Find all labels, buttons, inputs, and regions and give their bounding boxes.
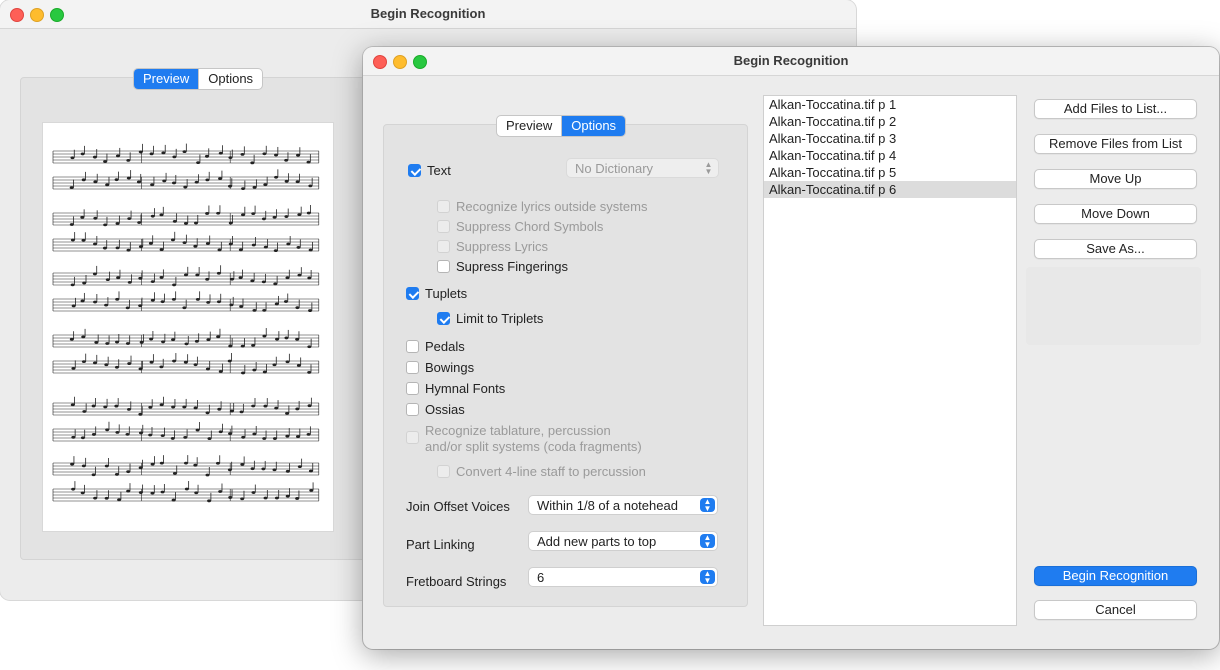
back-window-title: Begin Recognition: [370, 6, 486, 21]
part-linking-label: Part Linking: [406, 537, 475, 552]
tablature-label-line2: and/or split systems (coda fragments): [425, 439, 642, 454]
file-list-item[interactable]: Alkan-Toccatina.tif p 2: [764, 113, 1016, 130]
checkbox-checked-icon[interactable]: [406, 287, 419, 300]
tuplets-label: Tuplets: [425, 286, 468, 301]
suppress-chord-checkbox[interactable]: Suppress Chord Symbols: [437, 219, 603, 234]
checkbox-icon[interactable]: [406, 382, 419, 395]
tab-preview[interactable]: Preview: [497, 116, 561, 136]
zoom-icon[interactable]: [50, 8, 64, 22]
checkbox-icon[interactable]: [437, 200, 450, 213]
join-offset-voices-value: Within 1/8 of a notehead: [537, 498, 678, 513]
dictionary-value: No Dictionary: [575, 161, 654, 176]
updown-chevron-icon: ▲ ▼: [700, 570, 715, 585]
text-label: Text: [427, 163, 451, 178]
checkbox-icon[interactable]: [437, 260, 450, 273]
minimize-icon[interactable]: [30, 8, 44, 22]
cancel-button[interactable]: Cancel: [1034, 600, 1197, 620]
sheet-music-image: [52, 143, 320, 503]
front-window: Begin Recognition Text No Dictionary ▲ ▼ …: [363, 47, 1219, 649]
back-tab-control: Preview Options: [133, 68, 264, 90]
checkbox-checked-icon[interactable]: [408, 164, 421, 177]
front-window-title: Begin Recognition: [733, 53, 849, 68]
supress-fingerings-label: Supress Fingerings: [456, 259, 568, 274]
suppress-lyrics-label: Suppress Lyrics: [456, 239, 548, 254]
pedals-label: Pedals: [425, 339, 465, 354]
tab-options[interactable]: Options: [198, 69, 262, 89]
limit-triplets-checkbox[interactable]: Limit to Triplets: [437, 311, 543, 326]
checkbox-icon[interactable]: [406, 403, 419, 416]
checkbox-icon[interactable]: [437, 240, 450, 253]
join-offset-voices-popup[interactable]: Within 1/8 of a notehead ▲ ▼: [528, 495, 718, 515]
updown-chevron-icon: ▲ ▼: [700, 498, 715, 513]
join-offset-voices-label: Join Offset Voices: [406, 499, 510, 514]
tablature-label-line1: Recognize tablature, percussion: [425, 423, 611, 438]
recognize-lyrics-label: Recognize lyrics outside systems: [456, 199, 648, 214]
save-as-button[interactable]: Save As...: [1034, 239, 1197, 259]
pedals-checkbox[interactable]: Pedals: [406, 339, 465, 354]
fretboard-strings-value: 6: [537, 570, 545, 585]
minimize-icon[interactable]: [393, 55, 407, 69]
checkbox-icon[interactable]: [437, 220, 450, 233]
front-tab-control: Preview Options: [496, 115, 627, 137]
empty-info-area: [1026, 267, 1201, 345]
convert-4line-checkbox[interactable]: Convert 4-line staff to percussion: [437, 464, 646, 479]
score-page-preview: [42, 122, 334, 532]
suppress-chord-label: Suppress Chord Symbols: [456, 219, 604, 234]
hymnal-fonts-label: Hymnal Fonts: [425, 381, 506, 396]
limit-triplets-label: Limit to Triplets: [456, 311, 544, 326]
begin-recognition-button[interactable]: Begin Recognition: [1034, 566, 1197, 586]
bowings-checkbox[interactable]: Bowings: [406, 360, 474, 375]
add-files-button[interactable]: Add Files to List...: [1034, 99, 1197, 119]
file-list-item[interactable]: Alkan-Toccatina.tif p 3: [764, 130, 1016, 147]
file-list-item-selected[interactable]: Alkan-Toccatina.tif p 6: [764, 181, 1016, 198]
part-linking-value: Add new parts to top: [537, 534, 657, 549]
file-list-item[interactable]: Alkan-Toccatina.tif p 1: [764, 96, 1016, 113]
bowings-label: Bowings: [425, 360, 475, 375]
checkbox-icon[interactable]: [406, 431, 419, 444]
close-icon[interactable]: [10, 8, 24, 22]
checkbox-icon[interactable]: [437, 465, 450, 478]
supress-fingerings-checkbox[interactable]: Supress Fingerings: [437, 259, 568, 274]
file-list-item[interactable]: Alkan-Toccatina.tif p 4: [764, 147, 1016, 164]
text-checkbox[interactable]: Text: [408, 163, 451, 178]
file-list-item[interactable]: Alkan-Toccatina.tif p 5: [764, 164, 1016, 181]
checkbox-icon[interactable]: [406, 340, 419, 353]
tablature-checkbox[interactable]: Recognize tablature, percussion and/or s…: [406, 423, 642, 455]
checkbox-checked-icon[interactable]: [437, 312, 450, 325]
recognize-lyrics-checkbox[interactable]: Recognize lyrics outside systems: [437, 199, 647, 214]
hymnal-fonts-checkbox[interactable]: Hymnal Fonts: [406, 381, 505, 396]
move-down-button[interactable]: Move Down: [1034, 204, 1197, 224]
ossias-label: Ossias: [425, 402, 465, 417]
dictionary-popup[interactable]: No Dictionary ▲ ▼: [566, 158, 719, 178]
remove-files-button[interactable]: Remove Files from List: [1034, 134, 1197, 154]
checkbox-icon[interactable]: [406, 361, 419, 374]
options-panel: Text No Dictionary ▲ ▼ Recognize lyrics o…: [383, 124, 748, 607]
tuplets-checkbox[interactable]: Tuplets: [406, 286, 467, 301]
suppress-lyrics-checkbox[interactable]: Suppress Lyrics: [437, 239, 548, 254]
back-window-titlebar: Begin Recognition: [0, 0, 856, 29]
file-list[interactable]: Alkan-Toccatina.tif p 1 Alkan-Toccatina.…: [763, 95, 1017, 626]
ossias-checkbox[interactable]: Ossias: [406, 402, 465, 417]
convert-4line-label: Convert 4-line staff to percussion: [456, 464, 646, 479]
move-up-button[interactable]: Move Up: [1034, 169, 1197, 189]
close-icon[interactable]: [373, 55, 387, 69]
zoom-icon[interactable]: [413, 55, 427, 69]
tab-preview[interactable]: Preview: [134, 69, 199, 89]
updown-chevron-icon: ▲ ▼: [700, 534, 715, 549]
updown-chevron-icon: ▲ ▼: [704, 160, 713, 176]
fretboard-strings-popup[interactable]: 6 ▲ ▼: [528, 567, 718, 587]
fretboard-strings-label: Fretboard Strings: [406, 574, 507, 589]
tablature-label: Recognize tablature, percussion and/or s…: [425, 423, 642, 455]
part-linking-popup[interactable]: Add new parts to top ▲ ▼: [528, 531, 718, 551]
front-window-titlebar: Begin Recognition: [363, 47, 1219, 76]
tab-options[interactable]: Options: [561, 116, 626, 136]
